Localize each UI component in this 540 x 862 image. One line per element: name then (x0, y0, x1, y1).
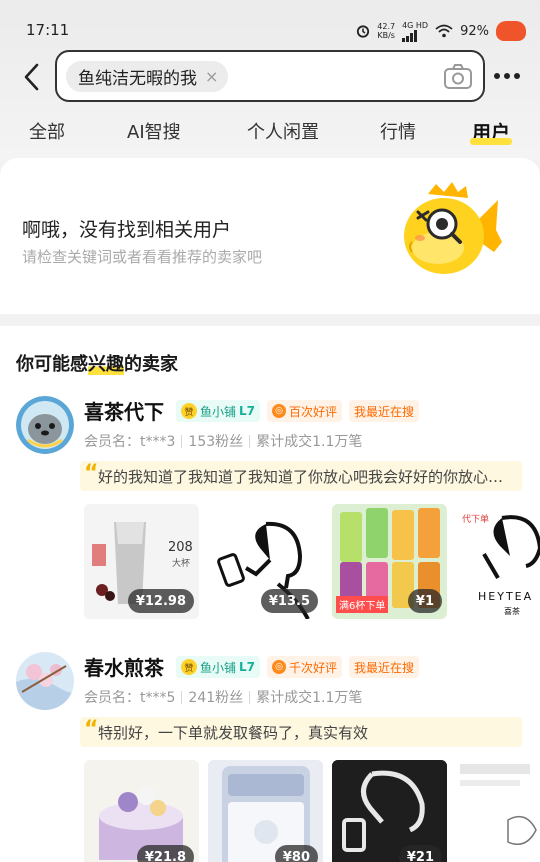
goods-item[interactable]: 代下单 HEYTEA 喜茶 (456, 504, 540, 619)
review-quote: 好的我知道了我知道了我知道了你放心吧我会好好的你放心吧我会好好的 (80, 461, 522, 491)
goods-label-sub: 喜茶 (504, 607, 520, 616)
signal-icon (402, 29, 418, 42)
goods-price: ¥21 (398, 845, 442, 862)
goods-item[interactable] (456, 760, 540, 862)
avatar[interactable] (16, 396, 74, 454)
goods-price: ¥80 (274, 845, 318, 862)
goods-item[interactable]: ¥21.8 (84, 760, 199, 862)
status-time: 17:11 (26, 21, 70, 39)
empty-state-subtitle: 请检查关键词或者看看推荐的卖家吧 (22, 248, 263, 266)
seller-badges: 赞 鱼小铺 L7 ◎ 千次好评 我最近在搜 (176, 656, 420, 678)
goods-row: ¥21.8 ¥80 ¥21 (84, 760, 540, 862)
alarm-icon (357, 25, 370, 38)
seller-name[interactable]: 喜茶代下 (84, 396, 164, 425)
search-query-text: 鱼纯洁无暇的我 (78, 69, 197, 89)
seller-meta: 会员名：t***5 241粉丝 累计成交1.1万笔 (84, 687, 362, 707)
more-icon[interactable] (494, 73, 520, 79)
empty-state-card: 啊哦，没有找到相关用户 请检查关键词或者看看推荐的卖家吧 (0, 158, 540, 314)
empty-state-title: 啊哦，没有找到相关用户 (22, 219, 232, 241)
goods-item[interactable]: ¥13.5 (208, 504, 323, 619)
zan-icon: 赞 (181, 403, 197, 419)
battery-level: 92% (460, 23, 489, 39)
active-tab-indicator (470, 138, 512, 145)
goods-price: ¥1 (407, 589, 442, 613)
network-type: 4G HD (402, 20, 429, 30)
goods-item[interactable]: ¥80 (208, 760, 323, 862)
fish-mascot-icon (404, 182, 502, 274)
status-icons: 42.7 KB/s 4G HD 92% (356, 16, 526, 46)
clear-chip-icon[interactable]: × (205, 67, 218, 86)
goods-label: 208 (168, 540, 193, 555)
recommended-sellers-section: 你可能感兴趣的卖家 喜茶代下 赞 鱼小铺 L7 ◎ 百次好评 我最近在搜 会员名… (0, 326, 540, 862)
search-query-chip[interactable]: 鱼纯洁无暇的我 × (66, 61, 229, 92)
rating-icon: ◎ (272, 404, 287, 418)
rating-icon: ◎ (272, 660, 287, 674)
red-envelope-icon[interactable] (496, 21, 526, 41)
rating-badge: ◎ 百次好评 (267, 400, 343, 422)
goods-item[interactable]: ¥21 (332, 760, 447, 862)
goods-row: 208 大杯 ¥12.98 ¥13.5 满6杯下单 ¥1 代下单 HEYTEA … (84, 504, 540, 619)
seller-badges: 赞 鱼小铺 L7 ◎ 百次好评 我最近在搜 (176, 400, 420, 422)
shop-level-badge: 赞 鱼小铺 L7 (176, 656, 261, 678)
member-name: 会员名：t***5 (84, 690, 176, 706)
wifi-icon (435, 24, 453, 38)
goods-label: 满6杯下单 (336, 596, 389, 613)
seller-card[interactable]: 春水煎茶 赞 鱼小铺 L7 ◎ 千次好评 我最近在搜 会员名：t***5 241… (0, 652, 540, 862)
status-bar: 17:11 42.7 KB/s 4G HD 92% (0, 0, 540, 46)
tab-market[interactable]: 行情 (380, 118, 416, 144)
seller-card[interactable]: 喜茶代下 赞 鱼小铺 L7 ◎ 百次好评 我最近在搜 会员名：t***3 153… (0, 396, 540, 646)
deal-count: 累计成交1.1万笔 (256, 690, 363, 706)
tab-personal-items[interactable]: 个人闲置 (247, 118, 319, 144)
signal-group: 4G HD (402, 21, 428, 42)
recent-search-badge: 我最近在搜 (349, 656, 420, 678)
camera-icon[interactable] (443, 63, 473, 91)
recent-search-badge: 我最近在搜 (349, 400, 420, 422)
seller-meta: 会员名：t***3 153粉丝 累计成交1.1万笔 (84, 431, 362, 451)
member-name: 会员名：t***3 (84, 434, 176, 450)
goods-item[interactable]: 满6杯下单 ¥1 (332, 504, 447, 619)
goods-price: ¥12.98 (127, 589, 194, 613)
goods-label: HEYTEA (478, 590, 534, 603)
review-quote: 特别好，一下单就发取餐码了，真实有效 (80, 717, 522, 747)
tab-all[interactable]: 全部 (29, 118, 65, 144)
goods-price: ¥13.5 (260, 589, 318, 613)
goods-label-tag: 代下单 (462, 515, 490, 525)
shop-level-badge: 赞 鱼小铺 L7 (176, 400, 261, 422)
seller-name[interactable]: 春水煎茶 (84, 652, 164, 681)
net-speed: 42.7 KB/s (377, 22, 396, 40)
goods-image (456, 760, 540, 862)
deal-count: 累计成交1.1万笔 (256, 434, 363, 450)
search-tabs: 全部 AI智搜 个人闲置 行情 用户 (0, 118, 540, 150)
tab-ai-search[interactable]: AI智搜 (127, 118, 181, 144)
fans-count: 241粉丝 (188, 690, 244, 706)
rating-badge: ◎ 千次好评 (267, 656, 343, 678)
search-input[interactable]: 鱼纯洁无暇的我 × (55, 50, 485, 102)
recommended-sellers-title: 你可能感兴趣的卖家 (16, 354, 178, 375)
zan-icon: 赞 (181, 659, 197, 675)
goods-item[interactable]: 208 大杯 ¥12.98 (84, 504, 199, 619)
avatar[interactable] (16, 652, 74, 710)
goods-price: ¥21.8 (136, 845, 194, 862)
back-icon[interactable] (20, 62, 46, 92)
goods-label-sub: 大杯 (172, 559, 191, 569)
fans-count: 153粉丝 (188, 434, 244, 450)
